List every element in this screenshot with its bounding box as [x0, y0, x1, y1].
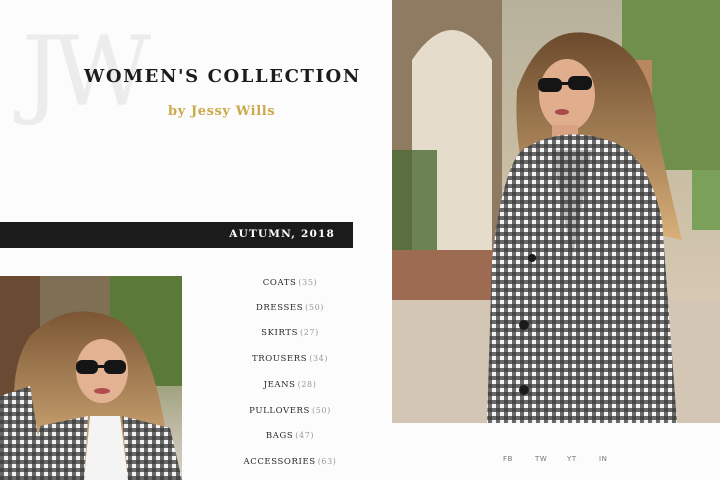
- category-label: COATS: [262, 278, 297, 288]
- category-item-trousers[interactable]: TROUSERS (34): [200, 354, 380, 364]
- social-link-tw[interactable]: TW: [535, 455, 547, 463]
- category-count: (50): [305, 303, 324, 312]
- social-link-yt[interactable]: YT: [567, 455, 577, 463]
- season-banner: AUTUMN, 2018: [0, 222, 353, 248]
- category-count: (28): [297, 380, 317, 389]
- category-count: (47): [295, 431, 315, 440]
- category-item-skirts[interactable]: SKIRTS (27): [200, 328, 380, 338]
- social-link-in[interactable]: IN: [599, 455, 608, 463]
- season-label: AUTUMN, 2018: [229, 228, 335, 240]
- category-label: TROUSERS: [251, 354, 308, 364]
- category-item-coats[interactable]: COATS (35): [200, 278, 380, 288]
- category-item-jeans[interactable]: JEANS (28): [200, 380, 380, 390]
- category-count: (27): [300, 328, 319, 337]
- category-item-pullovers[interactable]: PULLOVERS (50): [200, 406, 380, 416]
- category-count: (63): [317, 457, 337, 466]
- category-label: ACCESSORIES: [243, 457, 316, 467]
- category-label: DRESSES: [256, 303, 304, 313]
- category-label: SKIRTS: [261, 328, 299, 338]
- collection-title: WOMEN'S COLLECTION: [84, 66, 361, 87]
- category-count: (35): [298, 278, 318, 287]
- secondary-photo: [0, 276, 182, 480]
- category-item-bags[interactable]: BAGS (47): [200, 431, 380, 441]
- category-item-dresses[interactable]: DRESSES (50): [200, 303, 380, 313]
- category-count: (50): [311, 406, 331, 415]
- category-label: PULLOVERS: [249, 406, 310, 416]
- category-label: BAGS: [265, 431, 294, 441]
- category-item-accessories[interactable]: ACCESSORIES (63): [200, 457, 380, 467]
- hero-photo: [392, 0, 720, 423]
- social-link-fb[interactable]: FB: [503, 455, 513, 463]
- category-count: (34): [309, 354, 329, 363]
- category-label: JEANS: [263, 380, 296, 390]
- lookbook-page: JW WOMEN'S COLLECTION by Jessy Wills AUT…: [0, 0, 720, 480]
- designer-byline: by Jessy Wills: [168, 104, 276, 119]
